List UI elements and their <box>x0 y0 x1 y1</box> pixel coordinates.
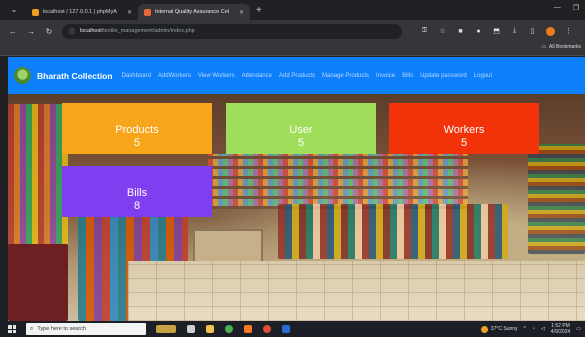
windows-taskbar: ⌕ Type here to search 37°C Sunny ^ ◔ ◁ 1… <box>0 321 585 337</box>
browser-tab-strip: ⌄ localhost / 127.0.0.1 | phpMyA ✕ Inter… <box>0 0 585 20</box>
volume-icon[interactable]: ◁ <box>541 326 545 332</box>
tray-chevron-icon[interactable]: ^ <box>524 326 526 332</box>
all-bookmarks-button[interactable]: ▭ All Bookmarks <box>541 44 581 50</box>
maximize-icon[interactable]: ❐ <box>573 4 579 12</box>
close-tab-icon[interactable]: ✕ <box>239 9 244 16</box>
weather-text: 37°C Sunny <box>490 326 518 332</box>
card-value: 8 <box>133 200 141 212</box>
chrome-icon[interactable] <box>225 325 233 333</box>
forward-icon[interactable]: → <box>26 27 36 36</box>
nav-link-view-workers[interactable]: View Workers <box>198 73 235 79</box>
shelf-fabrics <box>208 154 468 209</box>
minimize-icon[interactable]: — <box>554 4 561 12</box>
window-controls: — ❐ <box>554 4 579 12</box>
tab-iqac[interactable]: Internal Quality Assurance Cel ✕ <box>138 4 250 20</box>
chrome-profile-icon[interactable] <box>263 325 271 333</box>
card-label: User <box>289 124 313 136</box>
address-bar[interactable]: ⓘ localhost/textile_management/admin/ind… <box>62 23 402 39</box>
card-label: Workers <box>443 124 485 136</box>
fabric-rack <box>8 244 68 321</box>
tab-title: Internal Quality Assurance Cel <box>155 9 229 15</box>
browser-toolbar: ← → ↻ ⓘ localhost/textile_management/adm… <box>0 20 585 42</box>
side-panel-icon[interactable]: ▯ <box>528 27 537 35</box>
bills-count-card[interactable]: Bills 8 <box>62 166 212 217</box>
brand-name[interactable]: Bharath Collection <box>37 71 113 81</box>
sun-icon <box>480 325 488 333</box>
site-navbar: Bharath Collection Dashboard AddWorkers … <box>8 57 585 94</box>
address-host: localhost <box>80 28 102 34</box>
back-icon[interactable]: ← <box>8 27 18 36</box>
tiled-floor <box>128 261 585 321</box>
password-key-icon[interactable]: ⚿ <box>420 27 429 35</box>
task-view-icon[interactable] <box>187 325 195 333</box>
notifications-icon[interactable]: ▭ <box>576 326 581 332</box>
taskbar-clock[interactable]: 1:52 PM 4/9/2024 <box>551 323 570 335</box>
news-widget-icon[interactable] <box>156 325 176 333</box>
weather-widget[interactable]: 37°C Sunny <box>480 325 518 333</box>
phpmyadmin-favicon-icon <box>32 8 39 16</box>
extensions-puzzle-icon[interactable]: ⬒ <box>492 27 501 35</box>
tab-phpmyadmin[interactable]: localhost / 127.0.0.1 | phpMyA ✕ <box>26 4 138 20</box>
taskbar-pinned-apps <box>156 325 290 333</box>
bookmark-star-icon[interactable]: ☆ <box>438 27 447 35</box>
search-icon: ⌕ <box>30 325 34 332</box>
toolbar-icons: ⚿ ☆ ■ ● ⬒ ⤓ ▯ ⋮ <box>420 26 573 36</box>
user-count-card[interactable]: User 5 <box>226 103 376 154</box>
workers-count-card[interactable]: Workers 5 <box>389 103 539 154</box>
taskbar-search-box[interactable]: ⌕ Type here to search <box>26 323 146 335</box>
clock-date: 4/9/2024 <box>550 329 571 335</box>
fabric-rack-right <box>528 144 585 254</box>
card-label: Products <box>115 124 159 136</box>
tab-title: localhost / 127.0.0.1 | phpMyA <box>43 9 117 15</box>
word-icon[interactable] <box>282 325 290 333</box>
windows-start-icon[interactable] <box>8 325 16 333</box>
profile-avatar-icon[interactable] <box>546 26 555 36</box>
nav-link-dashboard[interactable]: Dashboard <box>122 73 151 79</box>
bookmarks-bar: ▭ All Bookmarks <box>0 42 585 56</box>
nav-link-add-workers[interactable]: AddWorkers <box>158 73 191 79</box>
brand-logo-icon <box>14 67 31 84</box>
tab-search-icon[interactable]: ⌄ <box>8 4 20 16</box>
nav-link-attendance[interactable]: Attendance <box>242 73 272 79</box>
fabric-rack <box>8 104 68 254</box>
more-menu-icon[interactable]: ⋮ <box>564 27 573 35</box>
search-placeholder: Type here to search <box>37 326 86 332</box>
download-icon[interactable]: ⤓ <box>510 27 519 35</box>
address-path: /textile_management/admin/index.php <box>101 28 195 34</box>
extension-icon[interactable]: ■ <box>456 28 465 35</box>
folder-icon: ▭ <box>541 44 547 50</box>
card-value: 5 <box>133 137 141 149</box>
nav-link-manage-products[interactable]: Manage Products <box>322 73 369 79</box>
site-info-icon[interactable]: ⓘ <box>69 27 75 36</box>
nav-link-add-products[interactable]: Add Products <box>279 73 315 79</box>
nav-link-bills[interactable]: Bills <box>402 73 413 79</box>
reload-icon[interactable]: ↻ <box>44 27 54 36</box>
card-value: 5 <box>460 137 468 149</box>
wifi-icon[interactable]: ◔ <box>532 326 535 332</box>
hanging-garments <box>278 204 508 259</box>
products-count-card[interactable]: Products 5 <box>62 103 212 154</box>
nav-link-invoice[interactable]: Invoice <box>376 73 395 79</box>
all-bookmarks-label: All Bookmarks <box>549 44 581 50</box>
new-tab-icon[interactable]: + <box>256 5 262 16</box>
iqac-favicon-icon <box>144 8 151 16</box>
close-tab-icon[interactable]: ✕ <box>127 9 132 16</box>
xampp-icon[interactable] <box>244 325 252 333</box>
nav-link-logout[interactable]: Logout <box>474 73 492 79</box>
file-explorer-icon[interactable] <box>206 325 214 333</box>
card-label: Bills <box>126 187 148 199</box>
system-tray: 37°C Sunny ^ ◔ ◁ 1:52 PM 4/9/2024 ▭ <box>480 323 581 335</box>
extension-icon[interactable]: ● <box>474 28 483 35</box>
nav-link-update-password[interactable]: Update password <box>420 73 467 79</box>
card-value: 5 <box>297 137 305 149</box>
